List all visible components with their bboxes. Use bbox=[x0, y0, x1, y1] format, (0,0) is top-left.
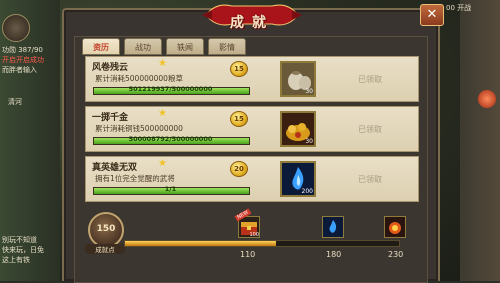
tab-zili[interactable]: 资历 bbox=[82, 38, 120, 55]
points-progress-fill bbox=[125, 241, 276, 246]
achievement-points-coin: 15 bbox=[230, 111, 248, 127]
points-progress-track bbox=[124, 240, 400, 247]
milestone-value: 180 bbox=[326, 250, 342, 259]
blue-flame-icon[interactable]: 200 bbox=[280, 161, 316, 197]
x-icon: ✕ bbox=[426, 7, 438, 22]
reward-count: 30 bbox=[305, 88, 313, 95]
hud-top-right: 00 开战 bbox=[446, 4, 472, 12]
achievement-dialog: 成就 ✕ 资历 战功 轶闻 影情 风卷残云 ★ 累计消耗500000000粮草 … bbox=[62, 4, 444, 283]
achievement-points-coin: 20 bbox=[230, 161, 248, 177]
achievement-name: 一掷千金 bbox=[92, 113, 129, 123]
claim-status: 已领取 bbox=[358, 75, 382, 84]
milestone-value: 110 bbox=[240, 250, 256, 259]
achievement-points-bar: 150 成就点 NEW 100 110 180 230 bbox=[82, 208, 428, 265]
hud-chat-2: 别玩不知道 bbox=[2, 236, 37, 244]
fire-orb-icon[interactable] bbox=[384, 216, 406, 238]
grain-sack-icon[interactable]: 30 bbox=[280, 61, 316, 97]
achievement-points-coin: 15 bbox=[230, 61, 248, 77]
achievement-description: 累计消耗500000000粮草 bbox=[95, 74, 183, 83]
hud-chat-3: 快来玩，日免 bbox=[2, 246, 44, 254]
achievement-points-value: 150 bbox=[96, 224, 116, 234]
hud-left-line-2: 开启开启成功 bbox=[2, 56, 44, 64]
achievement-points-badge: 150 bbox=[88, 212, 124, 248]
achievement-progress-text: 1/1 bbox=[164, 185, 177, 193]
treasure-chest-icon[interactable]: NEW 100 bbox=[234, 208, 260, 238]
right-hud-backdrop bbox=[460, 0, 500, 281]
star-icon: ★ bbox=[158, 158, 167, 169]
tab-yingqing[interactable]: 影情 bbox=[208, 38, 246, 55]
achievement-points-label: 成就点 bbox=[85, 244, 125, 254]
achievement-description: 拥有1位完全觉醒的武将 bbox=[95, 174, 175, 183]
achievement-description: 累计消耗铜钱500000000 bbox=[95, 124, 183, 133]
player-avatar[interactable] bbox=[2, 14, 30, 42]
blue-flame-icon[interactable] bbox=[322, 216, 344, 238]
achievement-name: 真英雄无双 bbox=[92, 163, 138, 173]
achievement-progress-text: 501219937/500000000 bbox=[128, 85, 213, 93]
achievement-row: 真英雄无双 ★ 拥有1位完全觉醒的武将 1/1 20 200 已领取 bbox=[85, 156, 419, 202]
close-button[interactable]: ✕ bbox=[420, 4, 444, 26]
achievement-row: 风卷残云 ★ 累计消耗500000000粮草 501219937/5000000… bbox=[85, 56, 419, 102]
dialog-title: 成就 bbox=[230, 15, 274, 31]
star-icon: ★ bbox=[158, 108, 167, 119]
hud-left-line-3: 而胖者输入 bbox=[2, 66, 37, 74]
reward-count: 200 bbox=[301, 188, 313, 195]
tab-yiwen[interactable]: 轶闻 bbox=[166, 38, 204, 55]
milestone-count: 100 bbox=[249, 232, 259, 238]
achievement-name: 风卷残云 bbox=[92, 63, 129, 73]
hud-chat-1[interactable]: 清河 bbox=[8, 98, 22, 107]
star-icon: ★ bbox=[158, 58, 167, 69]
hud-orb-icon[interactable] bbox=[478, 90, 496, 108]
tab-zhangong[interactable]: 战功 bbox=[124, 38, 162, 55]
claim-status: 已领取 bbox=[358, 125, 382, 134]
hud-left-line-1: 功勋 387/90 bbox=[2, 46, 43, 54]
claim-status: 已领取 bbox=[358, 175, 382, 184]
reward-count: 30 bbox=[305, 138, 313, 145]
milestone-value: 230 bbox=[388, 250, 404, 259]
achievement-progress-text: 500008792/500000000 bbox=[128, 135, 213, 143]
achievement-row: 一掷千金 ★ 累计消耗铜钱500000000 500008792/5000000… bbox=[85, 106, 419, 152]
hud-chat-4: 这上有铁 bbox=[2, 256, 30, 264]
gold-pile-icon[interactable]: 30 bbox=[280, 111, 316, 147]
